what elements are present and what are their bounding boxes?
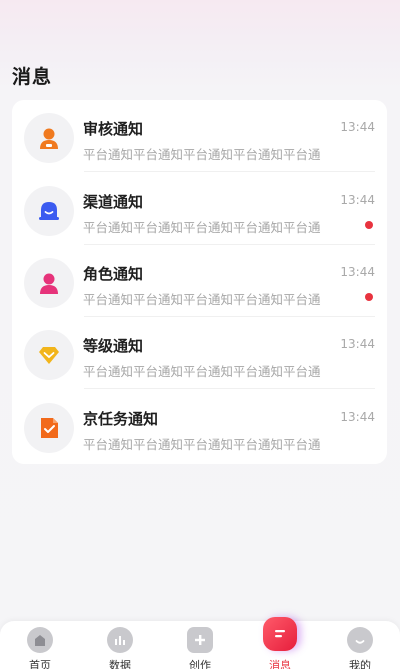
tab-label: 创作: [189, 659, 211, 669]
diamond-icon: [39, 347, 59, 364]
bottom-tab-bar: 首页 数据 创作 消息 我的: [0, 617, 400, 669]
chart-icon: [107, 627, 133, 653]
notification-time: 13:44: [340, 193, 375, 207]
avatar: [24, 330, 74, 380]
divider: [84, 171, 375, 172]
tab-data[interactable]: 数据: [80, 621, 160, 669]
unread-dot: [365, 293, 373, 301]
notification-preview: 平台通知平台通知平台通知平台通知平台通: [83, 437, 321, 452]
tab-label: 消息: [269, 659, 291, 669]
task-doc-icon: [41, 418, 58, 438]
notification-title: 审核通知: [83, 120, 144, 138]
notification-preview: 平台通知平台通知平台通知平台通知平台通: [83, 364, 321, 379]
notification-list: 审核通知 平台通知平台通知平台通知平台通知平台通 13:44 渠道通知 平台通知…: [12, 100, 387, 464]
notification-item-task[interactable]: 京任务通知 平台通知平台通知平台通知平台通知平台通 13:44: [12, 390, 387, 462]
plus-icon: [187, 627, 213, 653]
notification-item-review[interactable]: 审核通知 平台通知平台通知平台通知平台通知平台通 13:44: [12, 100, 387, 172]
notification-time: 13:44: [340, 265, 375, 279]
tab-messages[interactable]: 消息: [240, 617, 320, 669]
notification-item-channel[interactable]: 渠道通知 平台通知平台通知平台通知平台通知平台通 13:44: [12, 173, 387, 245]
person-icon: [40, 273, 58, 294]
tab-profile[interactable]: 我的: [320, 621, 400, 669]
tab-label: 我的: [349, 659, 371, 669]
notification-time: 13:44: [340, 410, 375, 424]
notification-preview: 平台通知平台通知平台通知平台通知平台通: [83, 147, 321, 162]
tab-create[interactable]: 创作: [160, 621, 240, 669]
user-icon: [40, 128, 58, 149]
notification-title: 京任务通知: [83, 410, 159, 428]
avatar: [24, 113, 74, 163]
message-icon: [263, 617, 297, 651]
divider: [84, 388, 375, 389]
notification-title: 角色通知: [83, 265, 144, 283]
notification-preview: 平台通知平台通知平台通知平台通知平台通: [83, 220, 321, 235]
notification-item-role[interactable]: 角色通知 平台通知平台通知平台通知平台通知平台通 13:44: [12, 245, 387, 317]
notification-time: 13:44: [340, 120, 375, 134]
notification-title: 等级通知: [83, 337, 144, 355]
notification-title: 渠道通知: [83, 193, 144, 211]
tab-label: 首页: [29, 659, 51, 669]
tab-label: 数据: [109, 659, 131, 669]
home-icon: [27, 627, 53, 653]
notification-preview: 平台通知平台通知平台通知平台通知平台通: [83, 292, 321, 307]
avatar: [24, 186, 74, 236]
notification-item-level[interactable]: 等级通知 平台通知平台通知平台通知平台通知平台通 13:44: [12, 317, 387, 389]
avatar: [24, 258, 74, 308]
page-title: 消息: [12, 66, 53, 88]
unread-dot: [365, 221, 373, 229]
avatar: [24, 403, 74, 453]
notification-time: 13:44: [340, 337, 375, 351]
tab-home[interactable]: 首页: [0, 621, 80, 669]
bell-icon: [39, 202, 59, 220]
profile-icon: [347, 627, 373, 653]
